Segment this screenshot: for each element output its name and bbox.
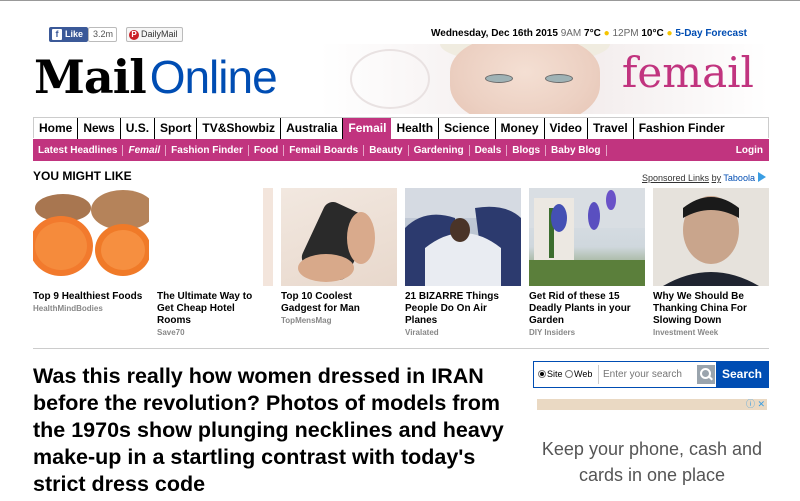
card-source: TopMensMag	[281, 316, 332, 325]
femail-section-logo: femail	[621, 48, 754, 97]
search-scope: Site Web	[538, 369, 592, 379]
sponsored-label: Sponsored Links	[642, 173, 710, 183]
facebook-like-count: 3.2m	[88, 27, 118, 42]
search-button[interactable]: Search	[716, 362, 768, 387]
top-border	[0, 0, 800, 1]
nav-item-home[interactable]: Home	[34, 117, 79, 139]
card-title[interactable]: Top 10 Coolest Gadgest for Man	[281, 291, 391, 315]
sponsored-by: by	[711, 173, 722, 183]
facebook-like-button[interactable]: f Like	[49, 27, 89, 42]
subnav-item-baby-blog[interactable]: Baby Blog	[546, 144, 607, 156]
nav-item-tvshowbiz[interactable]: TV&Showbiz	[197, 117, 282, 139]
ad-close-icon[interactable]: ⓘ ✕	[746, 399, 765, 410]
site-logo[interactable]: MailOnline	[34, 50, 278, 104]
card-title[interactable]: Why We Should Be Thanking China For Slow…	[653, 291, 765, 327]
card-source: Investment Week	[653, 328, 719, 337]
nav-item-science[interactable]: Science	[439, 117, 496, 139]
sponsored-links[interactable]: Sponsored Links by Taboola	[642, 172, 766, 183]
nav-item-us[interactable]: U.S.	[121, 117, 156, 139]
radio-site-label: Site	[547, 369, 563, 379]
facebook-icon: f	[52, 29, 62, 40]
portrait-image	[653, 188, 769, 286]
card-title[interactable]: Top 9 Healthiest Foods	[33, 291, 153, 303]
adchoices-icon	[757, 172, 766, 182]
subnav-item-gardening[interactable]: Gardening	[409, 144, 470, 156]
current-date: Wednesday, Dec 16th 2015	[431, 28, 558, 39]
search-icon[interactable]	[697, 365, 715, 384]
site-search: Site Web Search	[533, 361, 769, 388]
banner-model-face	[450, 44, 600, 114]
subnav-item-deals[interactable]: Deals	[470, 144, 508, 156]
banner-eye	[545, 74, 573, 83]
card-thumb-sweet-potatoes[interactable]	[33, 188, 149, 286]
airplane-image	[405, 188, 521, 286]
card-thumb-airplane[interactable]	[405, 188, 521, 286]
radio-web[interactable]	[565, 370, 574, 378]
taboola-label: Taboola	[723, 173, 755, 183]
subnav-item-food[interactable]: Food	[249, 144, 285, 156]
radio-web-label: Web	[574, 369, 593, 379]
nav-item-video[interactable]: Video	[545, 117, 588, 139]
pinterest-label: DailyMail	[141, 29, 178, 39]
facebook-like-label: Like	[65, 29, 84, 39]
subnav-item-femail[interactable]: Femail	[123, 144, 167, 156]
nav-item-health[interactable]: Health	[391, 117, 440, 139]
femail-sub-nav: Latest Headlines Femail Fashion Finder F…	[33, 139, 769, 161]
nav-item-news[interactable]: News	[78, 117, 121, 139]
subnav-item-blogs[interactable]: Blogs	[507, 144, 547, 156]
logo-online: Online	[149, 51, 278, 103]
gadget-image	[298, 202, 375, 282]
card-title[interactable]: The Ultimate Way to Get Cheap Hotel Room…	[157, 291, 267, 327]
sun-icon: ●	[666, 28, 673, 39]
forecast-link[interactable]: 5-Day Forecast	[675, 28, 747, 39]
primary-nav: Home News U.S. Sport TV&Showbiz Australi…	[33, 117, 769, 139]
card-thumb-hotel[interactable]	[263, 188, 273, 286]
weather-time-1: 9AM	[560, 28, 582, 39]
logo-mail: Mail	[34, 50, 147, 104]
nav-item-sport[interactable]: Sport	[155, 117, 198, 139]
card-title[interactable]: Get Rid of these 15 Deadly Plants in you…	[529, 291, 641, 327]
subnav-item-latest-headlines[interactable]: Latest Headlines	[33, 144, 124, 156]
article-headline: Was this really how women dressed in IRA…	[33, 364, 504, 496]
card-source: Save70	[157, 328, 185, 337]
radio-site[interactable]	[538, 370, 546, 378]
nav-item-fashion-finder[interactable]: Fashion Finder	[634, 118, 730, 139]
card-thumb-china[interactable]	[653, 188, 769, 286]
weather-temp-1: 7°C	[584, 28, 601, 39]
ad-strip[interactable]: ⓘ ✕	[537, 399, 767, 410]
nav-item-money[interactable]: Money	[496, 117, 545, 139]
weather-time-2: 12PM	[612, 28, 639, 39]
card-source: HealthMindBodies	[33, 304, 103, 313]
card-title[interactable]: 21 BIZARRE Things People Do On Air Plane…	[405, 291, 515, 327]
card-thumb-gadget[interactable]	[281, 188, 397, 286]
card-thumb-plants[interactable]	[529, 188, 645, 286]
banner-eye	[485, 74, 513, 83]
subnav-item-fashion-finder[interactable]: Fashion Finder	[166, 144, 249, 156]
pinterest-button[interactable]: P DailyMail	[126, 27, 183, 42]
ad-text[interactable]: Keep your phone, cash and cards in one p…	[537, 436, 767, 488]
subnav-item-beauty[interactable]: Beauty	[364, 144, 409, 156]
sun-icon: ●	[603, 28, 610, 39]
sweet-potato-image	[33, 190, 149, 276]
card-source: DIY Insiders	[529, 328, 576, 337]
femail-header-banner[interactable]: femail	[320, 44, 768, 114]
date-weather-bar: Wednesday, Dec 16th 2015 9AM 7°C ● 12PM …	[431, 28, 747, 39]
pinterest-icon: P	[129, 30, 139, 40]
login-link[interactable]: Login	[736, 145, 763, 156]
card-source: Viralated	[405, 328, 439, 337]
nav-item-femail[interactable]: Femail	[343, 117, 392, 139]
weather-temp-2: 10°C	[641, 28, 664, 39]
subnav-item-femail-boards[interactable]: Femail Boards	[284, 144, 365, 156]
nav-item-travel[interactable]: Travel	[588, 117, 634, 139]
recommendations-heading: YOU MIGHT LIKE	[33, 169, 132, 183]
section-divider	[33, 348, 769, 349]
decorative-swirl	[350, 49, 430, 109]
search-input[interactable]	[598, 365, 696, 384]
nav-item-australia[interactable]: Australia	[281, 117, 344, 139]
plants-image	[529, 188, 645, 286]
